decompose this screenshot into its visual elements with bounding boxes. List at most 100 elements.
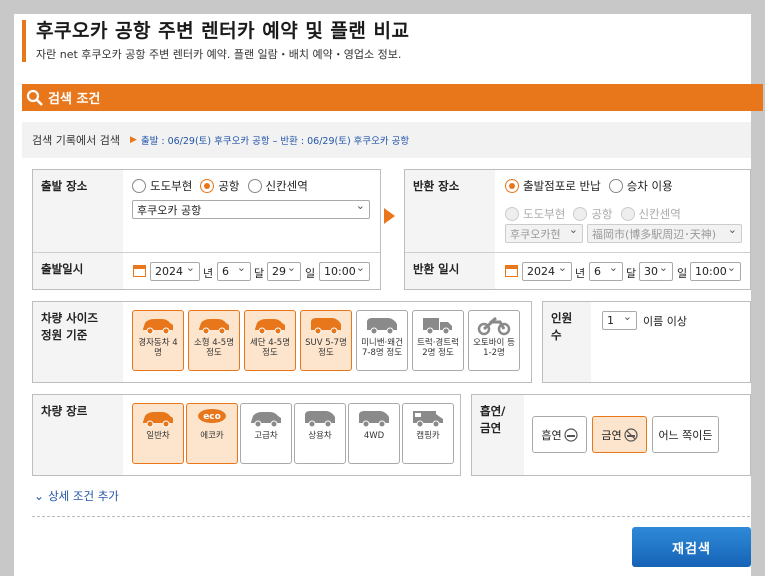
vehicle-tile-label: 소형 4-5명 정도 <box>193 338 235 358</box>
passengers-label: 인원 수 <box>543 302 591 382</box>
search-conditions-title: 검색 조건 <box>48 92 101 107</box>
vehicle-tile[interactable]: 트럭·경트럭 2명 정도 <box>412 310 464 371</box>
return-place-label: 반환 장소 <box>405 170 495 252</box>
radio-disabled-icon <box>573 207 588 221</box>
radio-disabled-icon <box>620 207 635 221</box>
smoking-icon <box>564 427 578 442</box>
vehicle-tile-label: 미니밴·왜건 7-8명 정도 <box>361 338 403 358</box>
divider <box>33 252 380 253</box>
page-subtitle: 자란 net 후쿠오카 공항 주변 렌터카 예약. 플랜 일람・배치 예약・영업… <box>36 48 402 61</box>
car-icon <box>133 407 183 429</box>
year-unit: 년 <box>575 267 586 280</box>
return-option-same-store[interactable]: 출발점포로 반납 <box>505 178 601 194</box>
calendar-icon[interactable] <box>133 265 146 277</box>
vehicle-tile[interactable]: 오토바이 등 1-2명 <box>468 310 520 371</box>
camper-icon <box>403 407 453 429</box>
vehicle-tile[interactable]: 고급차 <box>240 403 292 464</box>
vehicle-tile-label: 일반차 <box>146 431 170 441</box>
vehicle-tile[interactable]: 상용차 <box>294 403 346 464</box>
search-history-bar: 검색 기록에서 검색 ▶ 출발 : 06/29(토) 후쿠오카 공항 – 반환 … <box>22 122 751 158</box>
departure-day-select[interactable]: 29 <box>267 262 301 281</box>
minivan-icon <box>357 314 407 336</box>
day-unit: 일 <box>677 267 688 280</box>
luxury-car-icon <box>241 407 291 429</box>
day-unit: 일 <box>305 267 316 280</box>
radio-icon <box>247 179 262 193</box>
return-option-ride[interactable]: 승차 이용 <box>608 178 673 194</box>
vehicle-tile[interactable]: 캠핑카 <box>402 403 454 464</box>
vehicle-tile[interactable]: 소형 4-5명 정도 <box>188 310 240 371</box>
vehicle-tile-label: 상용차 <box>308 431 332 441</box>
passengers-suffix: 이름 이상 <box>643 315 687 328</box>
year-unit: 년 <box>203 267 214 280</box>
vehicle-tile-label: SUV 5-7명 정도 <box>305 338 347 358</box>
vehicle-tile-label: 에코카 <box>200 431 224 441</box>
vehicle-tile[interactable]: 미니밴·왜건 7-8명 정도 <box>356 310 408 371</box>
motorcycle-icon <box>469 314 519 336</box>
search-history-label: 검색 기록에서 검색 <box>32 134 120 147</box>
title-block: 후쿠오카 공항 주변 렌터카 예약 및 플랜 비교 자란 net 후쿠오카 공항… <box>22 20 409 62</box>
return-datetime-label: 반환 일시 <box>405 253 495 289</box>
either-button[interactable]: 어느 쪽이든 <box>652 416 719 453</box>
vehicle-tile[interactable]: eco 에코카 <box>186 403 238 464</box>
svg-text:eco: eco <box>203 412 221 422</box>
departure-place-options: 도도부현 공항 신칸센역 <box>132 178 316 194</box>
search-conditions-header: 검색 조건 <box>22 84 763 111</box>
research-button[interactable]: 재검색 <box>632 527 751 567</box>
arrow-right-icon <box>384 208 395 224</box>
return-sub-prefecture[interactable]: 도도부현 <box>505 206 565 222</box>
departure-place-label: 출발 장소 <box>33 170 123 252</box>
departure-datetime-label: 출발일시 <box>33 253 123 289</box>
vehicle-tile[interactable]: 4WD <box>348 403 400 464</box>
vehicle-tile-label: 경자동차 4명 <box>138 338 178 358</box>
vehicle-tile-label: 트럭·경트럭 2명 정도 <box>417 338 459 358</box>
vehicle-tile[interactable]: 세단 4-5명 정도 <box>244 310 296 371</box>
vehicle-tile[interactable]: 일반차 <box>132 403 184 464</box>
return-area-select[interactable]: 福岡市(博多駅周辺･天神) <box>587 224 742 243</box>
compact-car-icon <box>189 314 239 336</box>
vehicle-type-label: 차량 장르 <box>33 395 123 475</box>
radio-icon <box>132 179 146 193</box>
return-time-select[interactable]: 10:00 <box>690 262 741 281</box>
vehicle-tile[interactable]: 경자동차 4명 <box>132 310 184 371</box>
departure-option-shinkansen[interactable]: 신칸센역 <box>247 178 308 194</box>
more-conditions-link[interactable]: ⌄ 상세 조건 추가 <box>34 488 119 504</box>
return-year-select[interactable]: 2024 <box>522 262 572 281</box>
departure-option-airport[interactable]: 공항 <box>200 178 240 194</box>
departure-year-select[interactable]: 2024 <box>150 262 200 281</box>
smoking-label: 흡연/ 금연 <box>472 395 524 475</box>
kei-car-icon <box>133 314 183 336</box>
radio-checked-icon <box>505 179 519 193</box>
return-sub-airport[interactable]: 공항 <box>573 206 613 222</box>
departure-option-prefecture[interactable]: 도도부현 <box>132 178 192 194</box>
vehicle-tile[interactable]: SUV 5-7명 정도 <box>300 310 352 371</box>
radio-checked-icon <box>200 179 215 193</box>
departure-time-select[interactable]: 10:00 <box>319 262 370 281</box>
return-pref-select[interactable]: 후쿠오카현 <box>505 224 583 243</box>
departure-place-select[interactable]: 후쿠오카 공항 <box>132 200 370 219</box>
divider <box>405 252 750 253</box>
vehicle-tile-label: 고급차 <box>254 431 278 441</box>
return-sub-shinkansen[interactable]: 신칸센역 <box>620 206 681 222</box>
return-month-select[interactable]: 6 <box>589 262 623 281</box>
commercial-van-icon <box>295 407 345 429</box>
eco-icon: eco <box>187 407 237 429</box>
return-day-select[interactable]: 30 <box>639 262 673 281</box>
search-history-link[interactable]: 출발 : 06/29(토) 후쿠오카 공항 – 반환 : 06/29(토) 후쿠… <box>141 133 409 147</box>
calendar-icon[interactable] <box>505 265 518 277</box>
vehicle-size-label: 차량 사이즈 정원 기준 <box>33 302 123 382</box>
return-sub-options: 도도부현 공항 신칸센역 <box>505 206 689 222</box>
departure-month-select[interactable]: 6 <box>217 262 251 281</box>
vehicle-tile-label: 오토바이 등 1-2명 <box>473 338 515 358</box>
no-smoking-icon <box>624 427 638 442</box>
return-place-options: 출발점포로 반납 승차 이용 <box>505 178 681 194</box>
non-smoking-button[interactable]: 금연 <box>592 416 647 453</box>
search-icon <box>26 89 43 106</box>
passengers-select[interactable]: 1 <box>602 311 637 330</box>
triangle-right-icon: ▶ <box>129 135 137 145</box>
suv-icon <box>301 314 351 336</box>
radio-disabled-icon <box>505 207 519 221</box>
divider <box>32 516 750 517</box>
month-unit: 달 <box>626 267 637 280</box>
smoking-button[interactable]: 흡연 <box>532 416 587 453</box>
